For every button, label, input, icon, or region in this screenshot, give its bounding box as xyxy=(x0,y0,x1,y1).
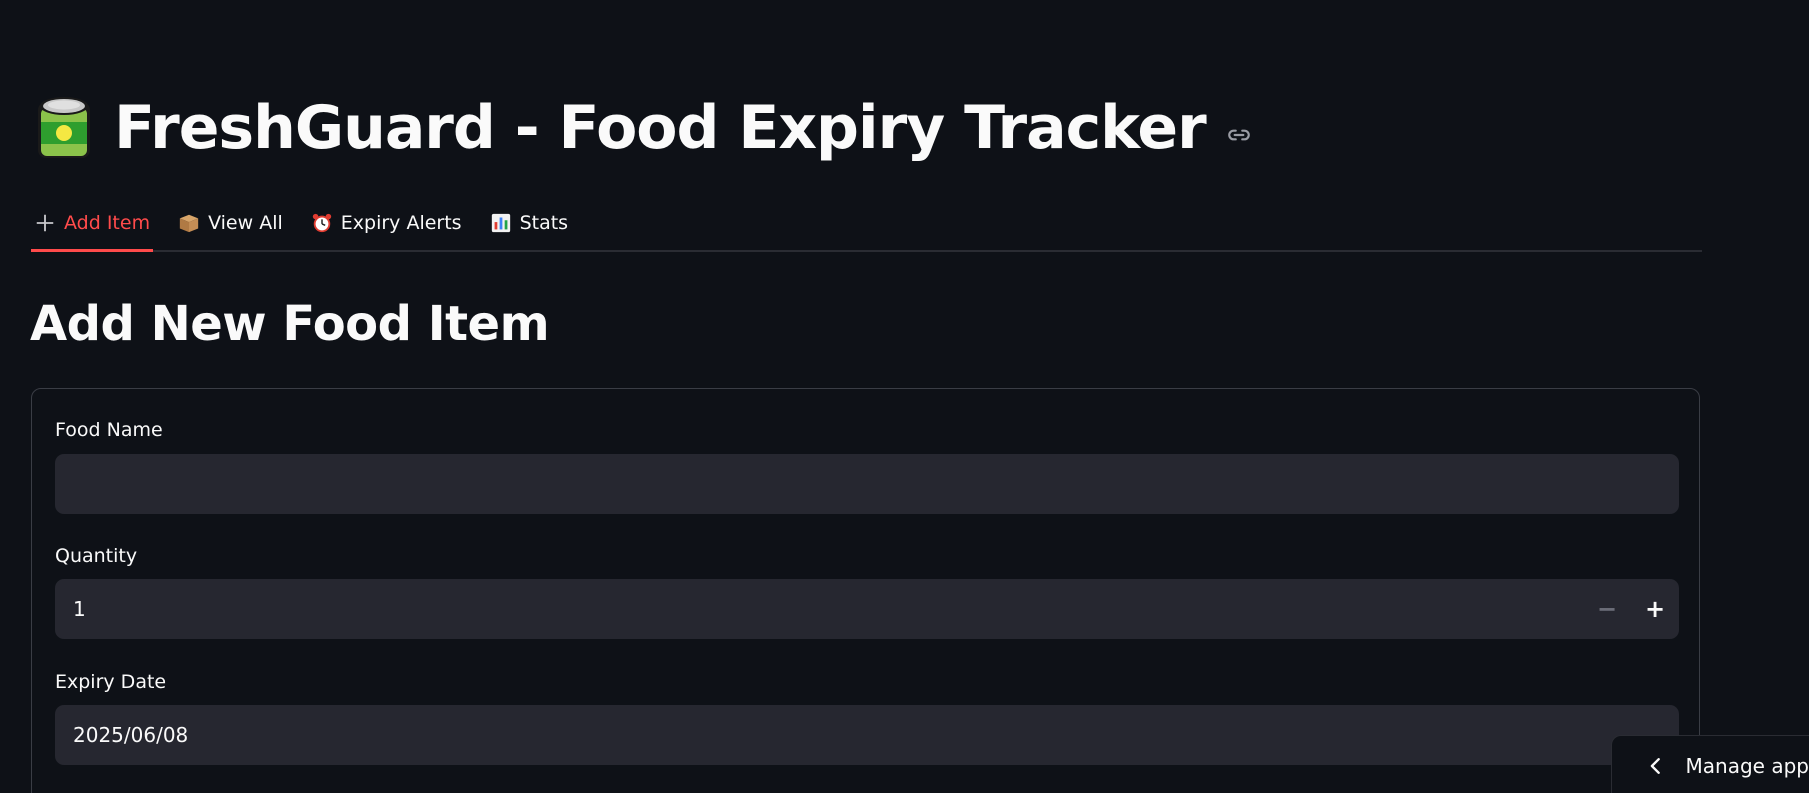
quantity-label: Quantity xyxy=(55,545,138,567)
tab-label: View All xyxy=(208,212,283,234)
tab-label: Expiry Alerts xyxy=(340,212,462,234)
food-name-input[interactable] xyxy=(55,454,1679,514)
tab-expiry-alerts[interactable]: Expiry Alerts xyxy=(308,196,465,250)
alarm-clock-icon xyxy=(312,213,331,233)
section-title: Add New Food Item xyxy=(30,296,550,352)
quantity-decrement-button[interactable]: − xyxy=(1583,579,1631,639)
tab-bar: Add Item View All Expiry Alerts Stats xyxy=(31,196,1702,252)
bar-chart-icon xyxy=(491,213,510,233)
tab-stats[interactable]: Stats xyxy=(487,196,572,250)
add-item-form: Food Name Quantity − + Expiry Date xyxy=(31,388,1700,793)
plus-icon xyxy=(36,214,54,232)
title-row: FreshGuard - Food Expiry Tracker xyxy=(32,88,1252,168)
page-title: FreshGuard - Food Expiry Tracker xyxy=(114,93,1207,163)
tab-label: Add Item xyxy=(64,212,151,234)
canned-food-icon xyxy=(38,97,90,158)
tab-label: Stats xyxy=(519,212,569,234)
link-icon[interactable] xyxy=(1226,122,1252,148)
package-icon xyxy=(179,214,199,233)
food-name-label: Food Name xyxy=(55,419,163,441)
quantity-input[interactable] xyxy=(55,579,1583,639)
quantity-increment-button[interactable]: + xyxy=(1631,579,1679,639)
manage-app-label: Manage app xyxy=(1685,753,1809,778)
tab-view-all[interactable]: View All xyxy=(175,196,286,250)
expiry-date-input[interactable] xyxy=(55,705,1679,765)
manage-app-button[interactable]: Manage app xyxy=(1611,735,1809,793)
quantity-stepper: − + xyxy=(55,579,1679,639)
app-page: FreshGuard - Food Expiry Tracker Add Ite… xyxy=(0,0,1809,793)
tab-add-item[interactable]: Add Item xyxy=(31,196,154,252)
expiry-date-label: Expiry Date xyxy=(55,671,167,693)
chevron-left-icon xyxy=(1650,757,1660,774)
